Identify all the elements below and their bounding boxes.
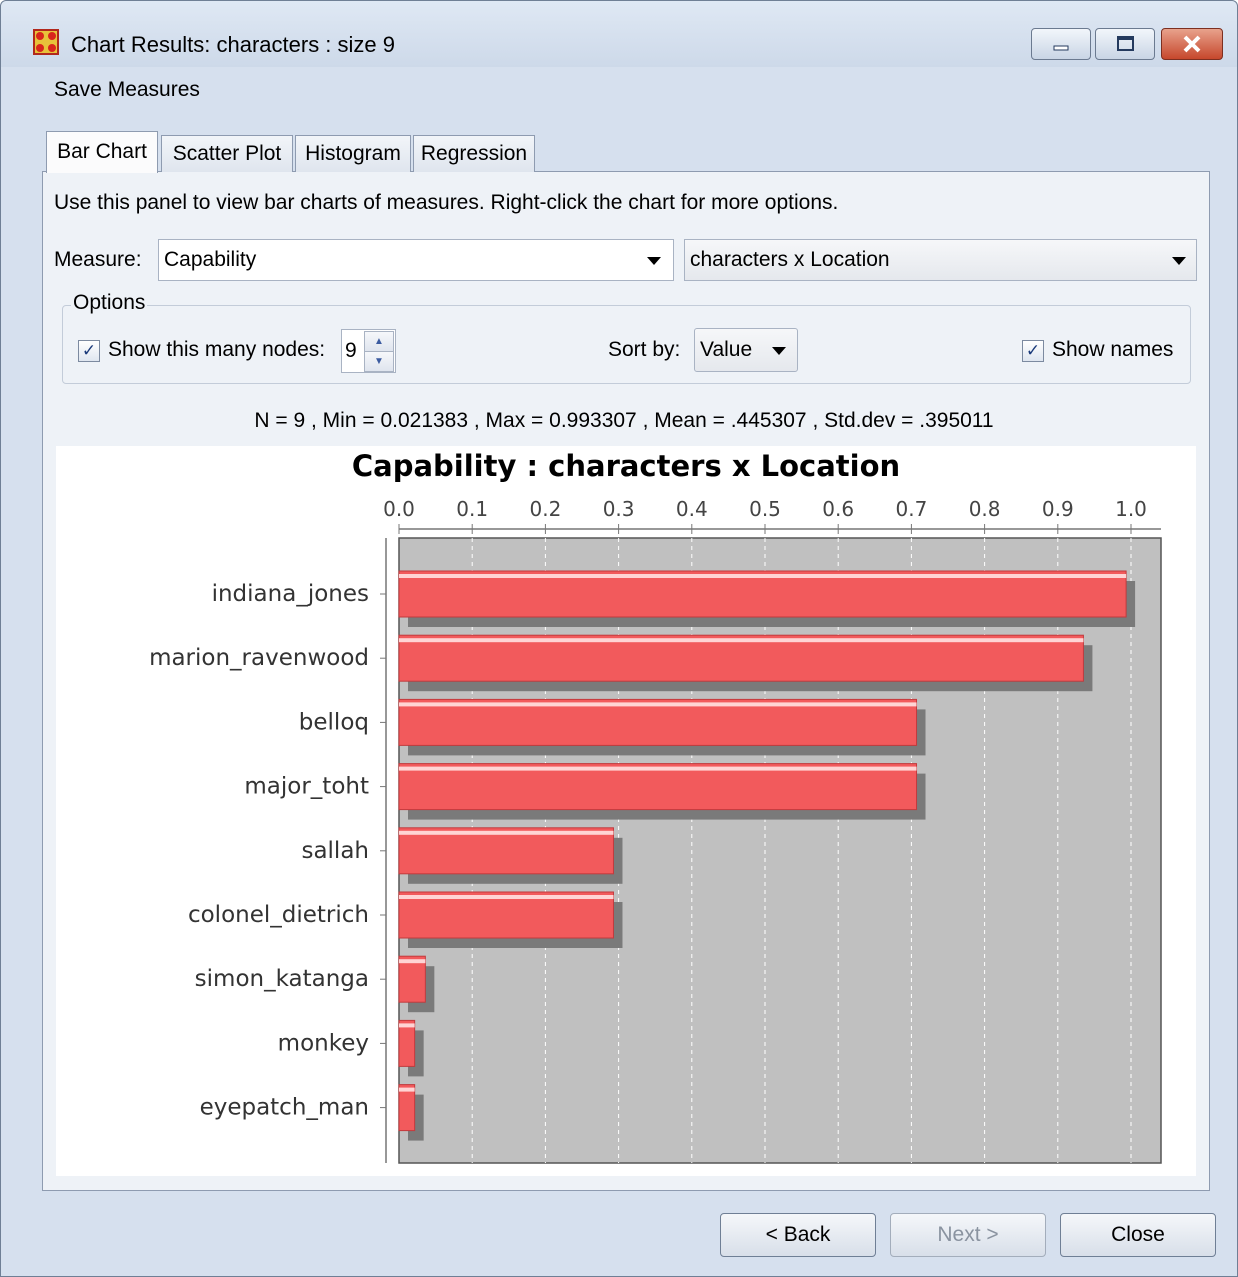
y-tick-label: monkey [278, 1030, 369, 1056]
minimize-icon [1053, 45, 1069, 51]
y-tick-label: belloq [299, 709, 369, 735]
next-button[interactable]: Next > [890, 1213, 1046, 1257]
chevron-down-icon [1172, 257, 1186, 265]
x-tick-label: 0.1 [456, 497, 488, 521]
back-button[interactable]: < Back [720, 1213, 876, 1257]
x-tick-label: 0.3 [603, 497, 635, 521]
stats-summary: N = 9 , Min = 0.021383 , Max = 0.993307 … [254, 409, 994, 432]
tab-regression[interactable]: Regression [413, 135, 535, 172]
bar-highlight [399, 895, 614, 899]
close-window-button[interactable] [1161, 28, 1223, 60]
y-tick-label: indiana_jones [212, 581, 369, 607]
y-tick-label: major_toht [244, 774, 369, 800]
x-tick-label: 0.4 [676, 497, 708, 521]
panel-instructions: Use this panel to view bar charts of mea… [54, 191, 839, 214]
bar-highlight [399, 830, 614, 835]
spinner-down-icon[interactable]: ▼ [364, 351, 394, 372]
show-nodes-checkbox[interactable]: ✓ [78, 340, 100, 362]
bar-highlight [399, 702, 917, 707]
x-tick-label: 0.5 [749, 497, 781, 521]
save-measures-menu[interactable]: Save Measures [54, 78, 200, 102]
sort-by-select[interactable]: Value [694, 328, 798, 372]
y-tick-label: colonel_dietrich [188, 902, 369, 928]
x-tick-label: 0.2 [529, 497, 561, 521]
measure-select[interactable]: Capability [158, 239, 674, 281]
bar-highlight [399, 638, 1084, 643]
window-title: Chart Results: characters : size 9 [71, 32, 396, 57]
x-tick-label: 0.8 [969, 497, 1001, 521]
show-names-checkbox[interactable]: ✓ [1022, 340, 1044, 362]
title-bar: Chart Results: characters : size 9 [1, 1, 1237, 67]
y-tick-label: sallah [301, 838, 369, 864]
x-tick-label: 0.9 [1042, 497, 1074, 521]
x-tick-label: 0.0 [383, 497, 415, 521]
bar-chart-svg[interactable]: 0.0 0.1 0.2 0.3 0.4 0.5 0.6 0.7 0.8 0.9 1.0 indiana… [56, 446, 1196, 1176]
network-select-value: characters x Location [690, 248, 890, 271]
bar-highlight [399, 1023, 415, 1028]
chevron-down-icon [647, 257, 661, 265]
chart-title: Capability : characters x Location [351, 449, 901, 483]
bar-highlight [399, 959, 426, 964]
node-count-spinner[interactable]: 9 ▲ ▼ [341, 329, 396, 373]
show-names-label: Show names [1052, 338, 1174, 361]
bar-highlight [399, 1087, 415, 1092]
bar-highlight [399, 766, 917, 771]
maximize-button[interactable] [1095, 28, 1155, 60]
chevron-down-icon [772, 347, 786, 355]
network-select[interactable]: characters x Location [684, 239, 1197, 281]
close-button[interactable]: Close [1060, 1213, 1216, 1257]
x-tick-label: 0.7 [895, 497, 927, 521]
y-tick-label: eyepatch_man [200, 1095, 369, 1121]
measure-label: Measure: [54, 248, 142, 271]
y-tick-label: simon_katanga [195, 966, 369, 992]
chart-results-window: Chart Results: characters : size 9 Save … [0, 0, 1238, 1277]
options-title: Options [71, 291, 148, 315]
bar-chart[interactable]: 0.0 0.1 0.2 0.3 0.4 0.5 0.6 0.7 0.8 0.9 1.0 indiana… [56, 446, 1196, 1176]
maximize-icon [1117, 36, 1134, 51]
spinner-up-icon[interactable]: ▲ [364, 331, 394, 352]
sort-by-label: Sort by: [608, 338, 681, 361]
minimize-button[interactable] [1031, 28, 1091, 60]
sort-by-value: Value [700, 338, 753, 361]
tab-histogram[interactable]: Histogram [295, 135, 411, 172]
node-count-value: 9 [345, 339, 357, 362]
show-nodes-label: Show this many nodes: [108, 338, 326, 361]
close-icon [1183, 35, 1201, 53]
app-icon [33, 29, 59, 55]
tab-bar-chart[interactable]: Bar Chart [46, 131, 158, 173]
measure-select-value: Capability [164, 248, 257, 271]
x-tick-label: 1.0 [1115, 497, 1147, 521]
x-tick-label: 0.6 [822, 497, 854, 521]
y-tick-label: marion_ravenwood [149, 645, 369, 671]
bar-highlight [399, 574, 1127, 578]
tab-scatter-plot[interactable]: Scatter Plot [161, 135, 293, 172]
